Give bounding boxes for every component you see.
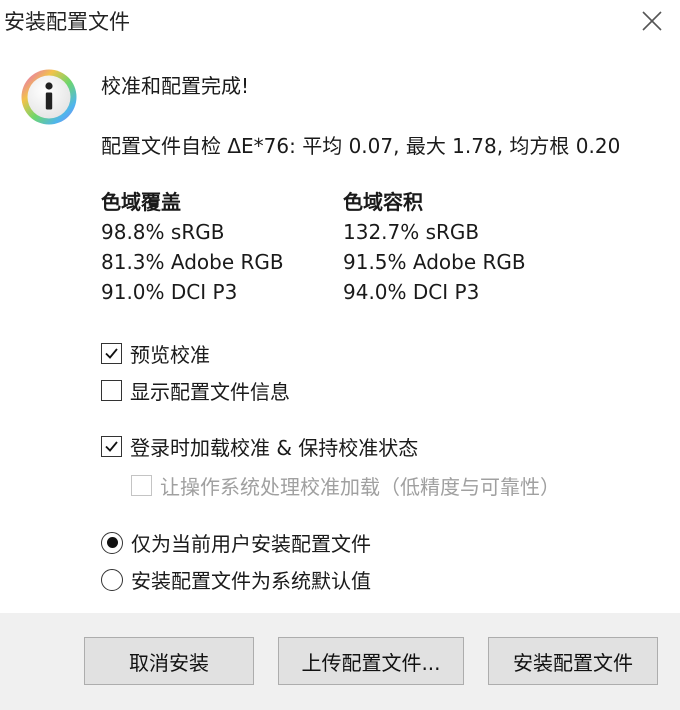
checkbox-box[interactable]: [101, 436, 122, 457]
gamut-volume-value: 91.5% Adobe RGB: [343, 250, 526, 274]
checkmark-icon: [105, 441, 118, 452]
checkbox-box[interactable]: [131, 475, 152, 496]
info-icon: [21, 69, 77, 125]
upload-profile-button[interactable]: 上传配置文件...: [278, 637, 464, 685]
gamut-volume-heading: 色域容积: [343, 190, 423, 214]
checkbox-box[interactable]: [101, 343, 122, 364]
checkmark-icon: [105, 348, 118, 359]
gamut-coverage-heading: 色域覆盖: [101, 190, 181, 214]
gamut-volume-value: 132.7% sRGB: [343, 220, 480, 244]
gamut-coverage: 色域覆盖 98.8% sRGB 81.3% Adobe RGB 91.0% DC…: [101, 187, 284, 307]
gamut-volume-value: 94.0% DCI P3: [343, 280, 480, 304]
os-handles-calibration-loading-checkbox[interactable]: 让操作系统处理校准加载（低精度与可靠性）: [131, 471, 560, 500]
preview-calibration-checkbox[interactable]: 预览校准: [101, 339, 210, 368]
radio-selected-dot: [106, 537, 118, 548]
checkbox-label: 登录时加载校准 & 保持校准状态: [130, 436, 419, 460]
radio-circle[interactable]: [101, 531, 123, 554]
install-current-user-radio[interactable]: 仅为当前用户安装配置文件: [101, 528, 371, 557]
checkbox-box[interactable]: [101, 380, 122, 401]
install-profile-dialog: 安装配置文件 校准和配置完成! 配置文件自检 ΔE*76: 平均 0.07, 最…: [0, 0, 680, 710]
checkbox-label: 显示配置文件信息: [130, 380, 290, 404]
checkbox-label: 预览校准: [130, 343, 210, 367]
gamut-volume: 色域容积 132.7% sRGB 91.5% Adobe RGB 94.0% D…: [343, 187, 526, 307]
gamut-coverage-value: 91.0% DCI P3: [101, 280, 238, 304]
radio-label: 仅为当前用户安装配置文件: [131, 532, 371, 556]
button-bar: 取消安装 上传配置文件... 安装配置文件: [0, 613, 680, 710]
close-icon: [642, 11, 662, 31]
profile-selfcheck-text: 配置文件自检 ΔE*76: 平均 0.07, 最大 1.78, 均方根 0.20: [101, 134, 621, 158]
show-profile-info-checkbox[interactable]: 显示配置文件信息: [101, 376, 290, 405]
checkbox-label: 让操作系统处理校准加载（低精度与可靠性）: [160, 475, 560, 499]
gamut-coverage-value: 98.8% sRGB: [101, 220, 225, 244]
load-calibration-on-login-checkbox[interactable]: 登录时加载校准 & 保持校准状态: [101, 432, 418, 461]
install-system-default-radio[interactable]: 安装配置文件为系统默认值: [101, 565, 371, 594]
gamut-coverage-value: 81.3% Adobe RGB: [101, 250, 284, 274]
radio-circle[interactable]: [101, 568, 123, 591]
cancel-install-button[interactable]: 取消安装: [84, 637, 254, 685]
close-button[interactable]: [632, 4, 672, 38]
install-profile-button[interactable]: 安装配置文件: [488, 637, 658, 685]
window-title: 安装配置文件: [4, 10, 130, 34]
completion-message: 校准和配置完成!: [101, 74, 250, 98]
radio-label: 安装配置文件为系统默认值: [131, 569, 371, 593]
